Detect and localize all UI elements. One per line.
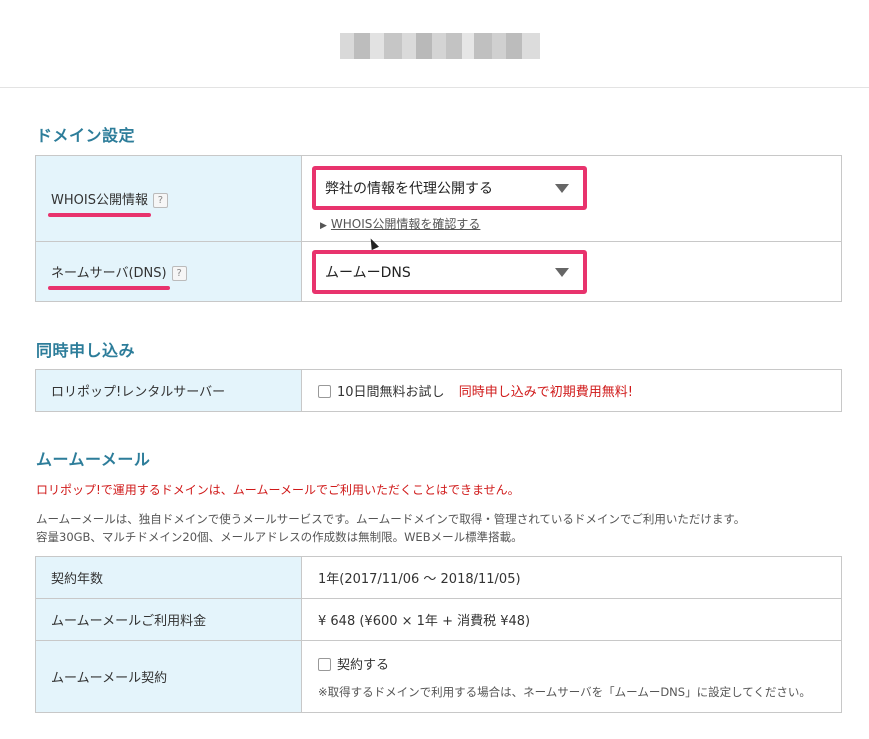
whois-link-row: ▶ WHOIS公開情報を確認する: [320, 215, 841, 232]
nameserver-label-cell: ネームサーバ(DNS)?: [35, 241, 302, 302]
section-title-domain-settings: ドメイン設定: [36, 126, 136, 145]
mail-warning: ロリポップ!で運用するドメインは、ムームーメールでご利用いただくことはできません…: [36, 483, 520, 497]
section-title-mail: ムームーメール: [36, 450, 151, 469]
triangle-right-icon: ▶: [320, 220, 327, 231]
whois-select-value: 弊社の情報を代理公開する: [325, 180, 493, 197]
dropdown-arrow-icon: [555, 267, 569, 277]
contract-note: ※取得するドメインで利用する場合は、ネームサーバを「ムームーDNS」に設定してく…: [318, 684, 811, 699]
whois-value-cell: 弊社の情報を代理公開する ▶ WHOIS公開情報を確認する: [301, 155, 842, 242]
whois-help-icon[interactable]: ?: [152, 193, 168, 208]
contract-label: ムームーメール契約: [35, 640, 302, 713]
nameserver-row: ネームサーバ(DNS)? ムームーDNS: [35, 241, 842, 302]
promo-text: 同時申し込みで初期費用無料!: [458, 385, 633, 400]
nameserver-select-value: ムームーDNS: [325, 264, 411, 281]
domain-settings-table: WHOIS公開情報? 弊社の情報を代理公開する ▶ WHOIS公開情報を確認する …: [35, 155, 842, 302]
whois-confirm-link[interactable]: WHOIS公開情報を確認する: [331, 217, 481, 231]
whois-select[interactable]: 弊社の情報を代理公開する: [312, 165, 587, 210]
trial-checkbox[interactable]: [318, 385, 331, 398]
contract-value-cell: 契約する ※取得するドメインで利用する場合は、ネームサーバを「ムームーDNS」に…: [301, 640, 842, 713]
contract-checkbox-label[interactable]: 契約する: [337, 658, 389, 673]
term-label: 契約年数: [35, 556, 302, 599]
simultaneous-table: ロリポップ!レンタルサーバー 10日間無料お試し 同時申し込みで初期費用無料!: [35, 369, 842, 412]
whois-label: WHOIS公開情報: [48, 189, 151, 217]
trial-checkbox-label[interactable]: 10日間無料お試し: [337, 385, 445, 400]
fee-row: ムームーメールご利用料金 ¥ 648 (¥600 × 1年 + 消費税 ¥48): [35, 598, 842, 641]
blurred-site-title: [340, 33, 540, 59]
nameserver-label: ネームサーバ(DNS): [48, 262, 170, 290]
nameserver-value-cell: ムームーDNS: [301, 241, 842, 302]
nameserver-select[interactable]: ムームーDNS: [312, 249, 587, 294]
lolipop-value-cell: 10日間無料お試し 同時申し込みで初期費用無料!: [301, 369, 842, 412]
whois-label-cell: WHOIS公開情報?: [35, 155, 302, 242]
dropdown-arrow-icon: [555, 183, 569, 193]
term-row: 契約年数 1年(2017/11/06 〜 2018/11/05): [35, 556, 842, 599]
whois-row: WHOIS公開情報? 弊社の情報を代理公開する ▶ WHOIS公開情報を確認する: [35, 155, 842, 242]
mail-description-2: 容量30GB、マルチドメイン20個、メールアドレスの作成数は無制限。WEBメール…: [36, 530, 523, 544]
top-header: [0, 0, 869, 88]
mail-table: 契約年数 1年(2017/11/06 〜 2018/11/05) ムームーメール…: [35, 556, 842, 713]
section-title-simultaneous: 同時申し込み: [36, 341, 136, 360]
nameserver-help-icon[interactable]: ?: [171, 266, 187, 281]
fee-label: ムームーメールご利用料金: [35, 598, 302, 641]
mail-description-1: ムームーメールは、独自ドメインで使うメールサービスです。ムームードメインで取得・…: [36, 512, 746, 526]
contract-row: ムームーメール契約 契約する ※取得するドメインで利用する場合は、ネームサーバを…: [35, 640, 842, 713]
contract-checkbox[interactable]: [318, 657, 331, 671]
fee-value: ¥ 648 (¥600 × 1年 + 消費税 ¥48): [301, 598, 842, 641]
lolipop-row: ロリポップ!レンタルサーバー 10日間無料お試し 同時申し込みで初期費用無料!: [35, 369, 842, 412]
lolipop-label: ロリポップ!レンタルサーバー: [35, 369, 302, 412]
term-value: 1年(2017/11/06 〜 2018/11/05): [301, 556, 842, 599]
